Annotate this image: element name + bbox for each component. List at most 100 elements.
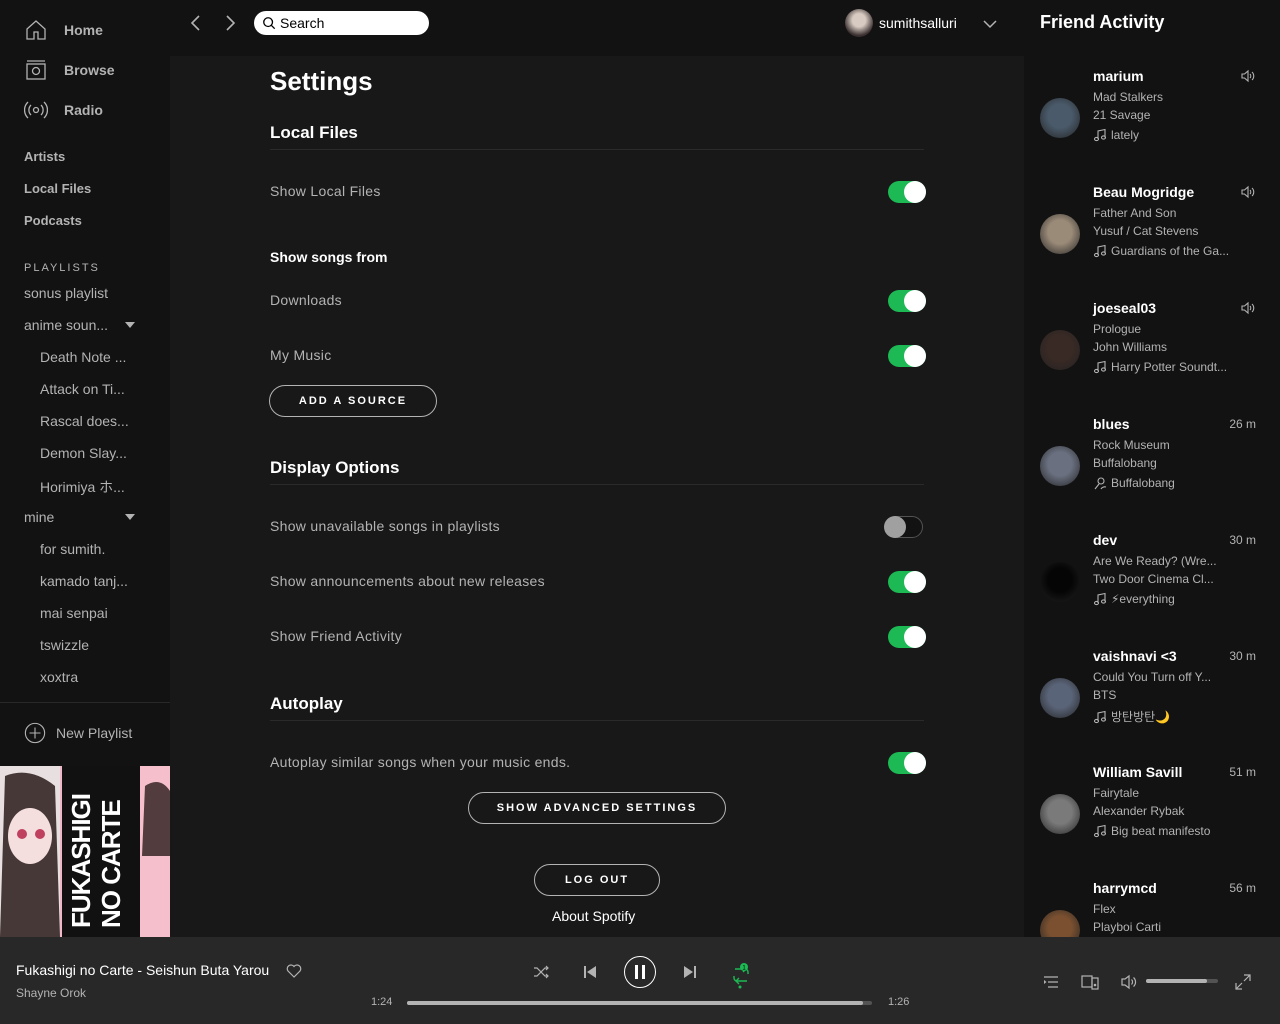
friend-artist[interactable]: Two Door Cinema Cl...	[1093, 572, 1233, 586]
friend-artist[interactable]: 21 Savage	[1093, 108, 1233, 122]
friend-artist[interactable]: John Williams	[1093, 340, 1233, 354]
toggle-autoplay[interactable]	[888, 752, 926, 774]
playlist-item[interactable]: for sumith.	[40, 541, 136, 557]
playlist-item[interactable]: xoxtra	[40, 669, 136, 685]
friend-track[interactable]: Father And Son	[1093, 206, 1233, 220]
friend-name[interactable]: marium	[1093, 68, 1144, 84]
new-playlist-button[interactable]: New Playlist	[24, 722, 132, 744]
friend-track[interactable]: Flex	[1093, 902, 1233, 916]
friend-context[interactable]: lately	[1093, 128, 1243, 142]
next-icon[interactable]	[681, 963, 699, 981]
friend-track[interactable]: Could You Turn off Y...	[1093, 670, 1233, 684]
friend-track[interactable]: Fairytale	[1093, 786, 1233, 800]
friend-track[interactable]: Rock Museum	[1093, 438, 1233, 452]
search-input[interactable]: Search	[254, 11, 429, 35]
previous-icon[interactable]	[581, 963, 599, 981]
friend-context[interactable]: Harry Potter Soundt...	[1093, 360, 1243, 374]
playlist-item[interactable]: Horimiya ホ...	[40, 477, 136, 497]
friend-artist[interactable]: Alexander Rybak	[1093, 804, 1233, 818]
friend-avatar[interactable]	[1040, 330, 1080, 370]
friend-name[interactable]: harrymcd	[1093, 880, 1157, 896]
library-podcasts[interactable]: Podcasts	[24, 213, 82, 228]
fullscreen-icon[interactable]	[1234, 973, 1252, 991]
toggle-my-music[interactable]	[888, 345, 926, 367]
friend-track[interactable]: Are We Ready? (Wre...	[1093, 554, 1233, 568]
folder-caret-icon[interactable]	[125, 514, 135, 520]
friend-artist[interactable]: Buffalobang	[1093, 456, 1233, 470]
queue-icon[interactable]	[1042, 973, 1060, 991]
friend-item[interactable]: dev 30 m Are We Ready? (Wre... Two Door Cin…	[1024, 532, 1280, 648]
friend-name[interactable]: joeseal03	[1093, 300, 1156, 316]
heart-icon[interactable]	[286, 963, 302, 979]
playlist-item[interactable]: kamado tanj...	[40, 573, 136, 589]
repeat-one-icon[interactable]: 1	[731, 961, 751, 989]
friend-context[interactable]: Guardians of the Ga...	[1093, 244, 1243, 258]
friend-name[interactable]: blues	[1093, 416, 1130, 432]
toggle-friend-activity[interactable]	[888, 626, 926, 648]
friend-avatar[interactable]	[1040, 910, 1080, 937]
playlist-item[interactable]: Attack on Ti...	[40, 381, 136, 397]
friend-artist[interactable]: BTS	[1093, 688, 1233, 702]
friend-context[interactable]: Buffalobang	[1093, 476, 1243, 490]
friend-item[interactable]: Beau Mogridge Father And Son Yusuf / Cat S…	[1024, 184, 1280, 300]
friend-name[interactable]: dev	[1093, 532, 1117, 548]
user-menu[interactable]: sumithsalluri	[845, 9, 957, 37]
toggle-downloads[interactable]	[888, 290, 926, 312]
now-playing-title[interactable]: Fukashigi no Carte - Seishun Buta Yarou	[16, 962, 269, 978]
playlist-item[interactable]: Death Note ...	[40, 349, 136, 365]
playlist-item[interactable]: mai senpai	[40, 605, 136, 621]
show-advanced-settings-button[interactable]: SHOW ADVANCED SETTINGS	[468, 792, 726, 824]
folder-caret-icon[interactable]	[125, 322, 135, 328]
friend-avatar[interactable]	[1040, 794, 1080, 834]
playlist-item[interactable]: Rascal does...	[40, 413, 136, 429]
friend-context[interactable]: 방탄방탄🌙	[1093, 708, 1243, 725]
toggle-show-local-files[interactable]	[888, 181, 926, 203]
friend-avatar[interactable]	[1040, 98, 1080, 138]
connect-device-icon[interactable]	[1081, 973, 1099, 991]
library-local-files[interactable]: Local Files	[24, 181, 91, 196]
log-out-button[interactable]: LOG OUT	[534, 864, 660, 896]
friend-item[interactable]: blues 26 m Rock Museum Buffalobang Buffaloba…	[1024, 416, 1280, 532]
friend-item[interactable]: vaishnavi <3 30 m Could You Turn off Y... B…	[1024, 648, 1280, 764]
volume-icon[interactable]	[1120, 973, 1138, 991]
friend-avatar[interactable]	[1040, 562, 1080, 602]
shuffle-icon[interactable]	[532, 963, 550, 981]
playlist-folder-anime[interactable]: anime soun...	[24, 317, 119, 333]
album-art[interactable]: FUKASHIGI NO CARTE	[0, 766, 170, 937]
pause-button[interactable]	[624, 956, 656, 988]
friend-context[interactable]: ⚡everything	[1093, 592, 1243, 606]
friend-item[interactable]: harrymcd 56 m Flex Playboi Carti	[1024, 880, 1280, 937]
nav-browse[interactable]: Browse	[24, 56, 115, 84]
library-artists[interactable]: Artists	[24, 149, 65, 164]
now-playing-artist[interactable]: Shayne Orok	[16, 986, 86, 1000]
back-arrow-icon[interactable]	[186, 13, 206, 33]
playlist-item[interactable]: tswizzle	[40, 637, 136, 653]
friend-name[interactable]: vaishnavi <3	[1093, 648, 1177, 664]
friend-avatar[interactable]	[1040, 678, 1080, 718]
friend-avatar[interactable]	[1040, 446, 1080, 486]
add-source-button[interactable]: ADD A SOURCE	[269, 385, 437, 417]
friend-track[interactable]: Prologue	[1093, 322, 1233, 336]
friend-artist[interactable]: Yusuf / Cat Stevens	[1093, 224, 1233, 238]
about-spotify-link[interactable]: About Spotify	[552, 908, 635, 924]
progress-bar[interactable]	[407, 1001, 872, 1005]
friend-item[interactable]: William Savill 51 m Fairytale Alexander Ryb…	[1024, 764, 1280, 880]
friend-context[interactable]: Big beat manifesto	[1093, 824, 1243, 838]
playlist-folder-mine[interactable]: mine	[24, 509, 134, 525]
chevron-down-icon[interactable]	[982, 16, 998, 32]
forward-arrow-icon[interactable]	[220, 13, 240, 33]
friend-artist[interactable]: Playboi Carti	[1093, 920, 1233, 934]
friend-name[interactable]: William Savill	[1093, 764, 1182, 780]
playlist-item[interactable]: sonus playlist	[24, 285, 134, 301]
toggle-unavailable-songs[interactable]	[884, 516, 923, 538]
playlist-item[interactable]: Demon Slay...	[40, 445, 136, 461]
toggle-announcements[interactable]	[888, 571, 926, 593]
volume-slider[interactable]	[1146, 979, 1218, 983]
friend-name[interactable]: Beau Mogridge	[1093, 184, 1194, 200]
nav-radio[interactable]: Radio	[24, 96, 103, 124]
friend-avatar[interactable]	[1040, 214, 1080, 254]
friend-item[interactable]: joeseal03 Prologue John Williams Harry Pott…	[1024, 300, 1280, 416]
friend-item[interactable]: marium Mad Stalkers 21 Savage lately	[1024, 68, 1280, 184]
friend-track[interactable]: Mad Stalkers	[1093, 90, 1233, 104]
nav-home[interactable]: Home	[24, 16, 103, 44]
